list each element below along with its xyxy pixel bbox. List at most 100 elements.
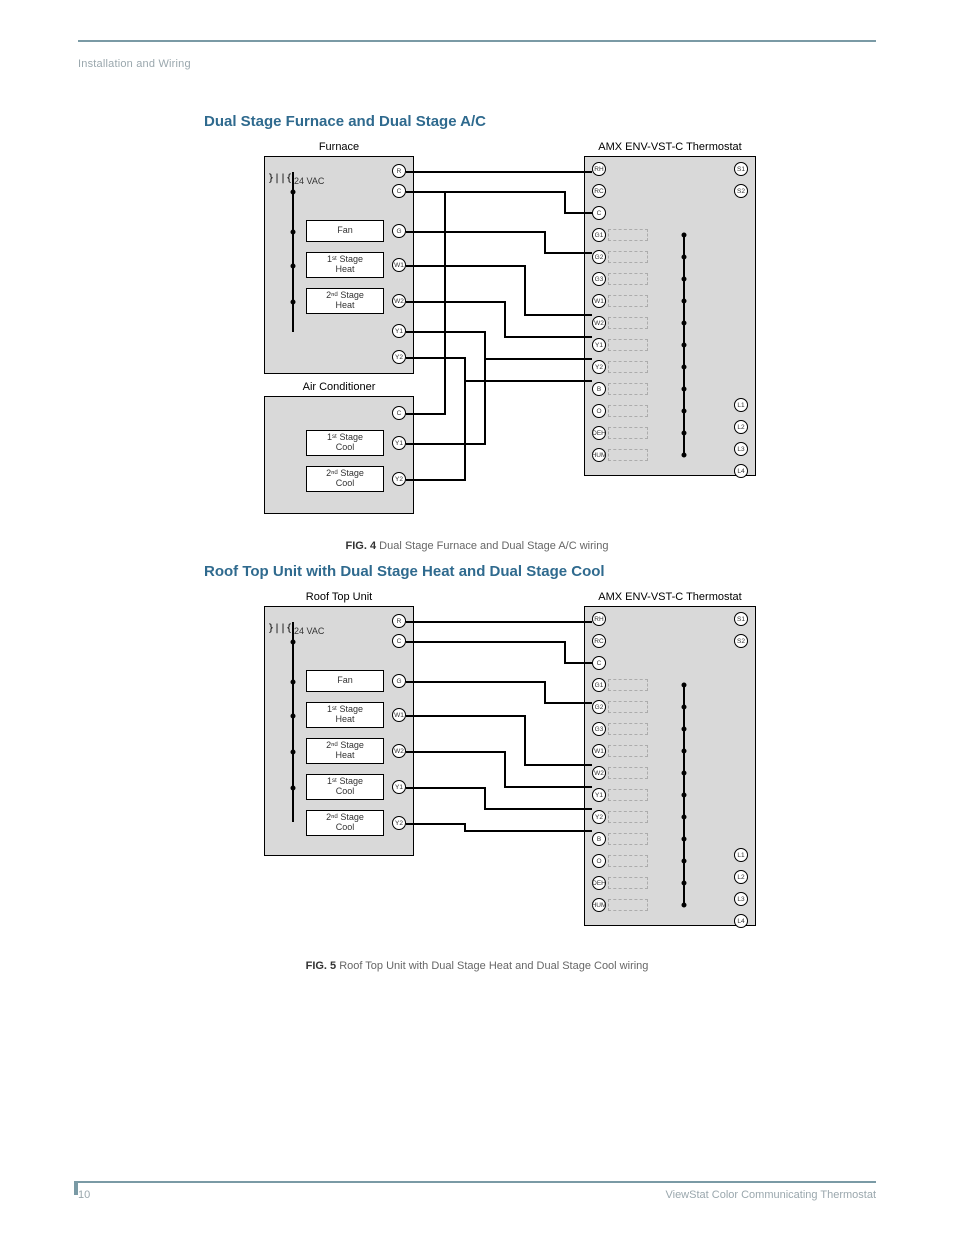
pcb-trace bbox=[608, 767, 648, 779]
term-s2: S2 bbox=[734, 634, 748, 648]
junction-dot bbox=[291, 264, 296, 269]
wire bbox=[504, 301, 506, 337]
wire bbox=[524, 314, 592, 316]
wire bbox=[544, 702, 592, 704]
junction-dot bbox=[291, 680, 296, 685]
caption-fig5: FIG. 5 Roof Top Unit with Dual Stage Hea… bbox=[0, 960, 954, 972]
vac-symbol-icon: }||{ bbox=[268, 626, 292, 632]
section-header: Installation and Wiring bbox=[78, 58, 191, 70]
junction-dot bbox=[291, 750, 296, 755]
term-rh: RH bbox=[592, 612, 606, 626]
wire bbox=[504, 786, 592, 788]
term-rc: RC bbox=[592, 634, 606, 648]
box-cool1: 1ˢᵗ Stage Cool bbox=[306, 774, 384, 800]
wire bbox=[406, 787, 486, 789]
term-o: O bbox=[592, 404, 606, 418]
term-w1: W1 bbox=[392, 258, 406, 272]
footer-tick-icon bbox=[74, 1181, 78, 1195]
panel-title: Roof Top Unit bbox=[265, 591, 413, 603]
term-rh: RH bbox=[592, 162, 606, 176]
pcb-trace bbox=[608, 855, 648, 867]
junction-dot bbox=[291, 300, 296, 305]
term-y1: Y1 bbox=[392, 780, 406, 794]
diagram-fig5: Roof Top Unit }||{ 24 VAC Fan 1ˢᵗ Stage … bbox=[264, 590, 764, 950]
wire bbox=[544, 681, 546, 703]
term-y1: Y1 bbox=[592, 338, 606, 352]
diagram-fig4: Furnace }||{ 24 VAC Fan 1ˢᵗ Stage Heat 2… bbox=[264, 140, 764, 530]
wire bbox=[464, 357, 466, 381]
doc-title: ViewStat Color Communicating Thermostat bbox=[665, 1189, 876, 1201]
term-c2: C bbox=[392, 406, 406, 420]
term-c: C bbox=[592, 206, 606, 220]
wire bbox=[406, 413, 446, 415]
wire bbox=[406, 479, 466, 481]
box-cool1: 1ˢᵗ Stage Cool bbox=[306, 430, 384, 456]
wire bbox=[406, 265, 526, 267]
term-l3: L3 bbox=[734, 892, 748, 906]
term-r: R bbox=[392, 614, 406, 628]
wire bbox=[406, 171, 592, 173]
term-o: O bbox=[592, 854, 606, 868]
wire bbox=[683, 684, 685, 906]
term-s2: S2 bbox=[734, 184, 748, 198]
box-cool2: 2ⁿᵈ Stage Cool bbox=[306, 810, 384, 836]
caption-text: Dual Stage Furnace and Dual Stage A/C wi… bbox=[376, 540, 608, 552]
term-g2: G2 bbox=[592, 700, 606, 714]
wire bbox=[484, 787, 486, 809]
term-c: C bbox=[392, 184, 406, 198]
wire bbox=[406, 191, 566, 193]
wire bbox=[524, 764, 592, 766]
term-y2: Y2 bbox=[592, 810, 606, 824]
pcb-trace bbox=[608, 317, 648, 329]
term-hum: HUM bbox=[592, 448, 606, 462]
pcb-trace bbox=[608, 877, 648, 889]
term-g: G bbox=[392, 674, 406, 688]
term-g2: G2 bbox=[592, 250, 606, 264]
wire bbox=[406, 301, 506, 303]
top-rule bbox=[78, 40, 876, 42]
pcb-trace bbox=[608, 833, 648, 845]
term-w2: W2 bbox=[592, 766, 606, 780]
term-b: B bbox=[592, 832, 606, 846]
junction-dot bbox=[291, 786, 296, 791]
pcb-trace bbox=[608, 701, 648, 713]
wire bbox=[406, 231, 546, 233]
wire bbox=[524, 715, 526, 765]
pcb-trace bbox=[608, 899, 648, 911]
term-s1: S1 bbox=[734, 612, 748, 626]
wire bbox=[464, 380, 466, 480]
junction-dot bbox=[291, 714, 296, 719]
wire bbox=[406, 621, 592, 623]
term-w1: W1 bbox=[392, 708, 406, 722]
wire bbox=[484, 808, 592, 810]
term-rc: RC bbox=[592, 184, 606, 198]
heading-fig5: Roof Top Unit with Dual Stage Heat and D… bbox=[204, 563, 605, 580]
term-y1: Y1 bbox=[592, 788, 606, 802]
junction-dot bbox=[291, 190, 296, 195]
term-l2: L2 bbox=[734, 420, 748, 434]
term-l3: L3 bbox=[734, 442, 748, 456]
pcb-trace bbox=[608, 811, 648, 823]
wire bbox=[406, 823, 466, 825]
wire bbox=[406, 443, 486, 445]
term-g3: G3 bbox=[592, 272, 606, 286]
term-l1: L1 bbox=[734, 398, 748, 412]
pcb-trace bbox=[608, 745, 648, 757]
wire bbox=[564, 191, 566, 213]
wire bbox=[484, 358, 592, 360]
junction-dot bbox=[291, 640, 296, 645]
pcb-trace bbox=[608, 273, 648, 285]
term-g: G bbox=[392, 224, 406, 238]
caption-text: Roof Top Unit with Dual Stage Heat and D… bbox=[336, 960, 648, 972]
wire bbox=[524, 265, 526, 315]
term-y2b: Y2 bbox=[392, 472, 406, 486]
wire bbox=[406, 751, 506, 753]
wire bbox=[564, 212, 592, 214]
box-heat2: 2ⁿᵈ Stage Heat bbox=[306, 738, 384, 764]
wire bbox=[406, 715, 526, 717]
junction-dot bbox=[291, 230, 296, 235]
wire bbox=[504, 751, 506, 787]
pcb-trace bbox=[608, 229, 648, 241]
pcb-trace bbox=[608, 295, 648, 307]
term-y2: Y2 bbox=[392, 350, 406, 364]
